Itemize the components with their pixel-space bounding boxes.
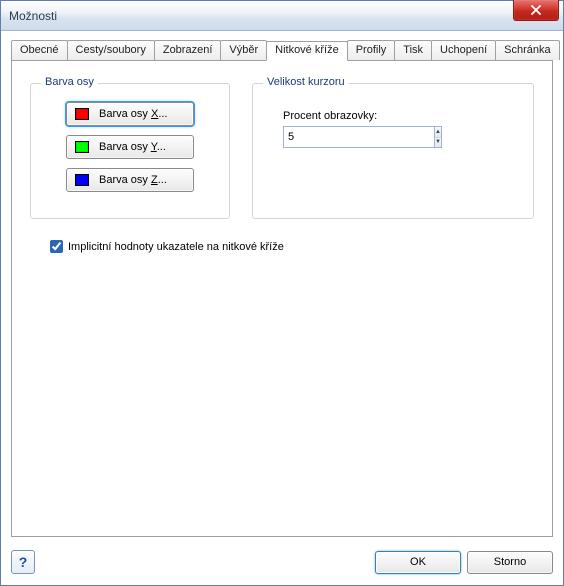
tabstrip: Obecné Cesty/soubory Zobrazení Výběr Nit… [11, 40, 553, 61]
axis-x-label: Barva osy X... [99, 108, 185, 120]
options-dialog: Možnosti Obecné Cesty/soubory Zobrazení … [0, 0, 564, 586]
tab-zobrazeni[interactable]: Zobrazení [154, 40, 222, 60]
group-axis-legend: Barva osy [41, 76, 98, 88]
implicit-values-checkbox[interactable] [50, 240, 63, 253]
axis-z-swatch-icon [75, 174, 89, 186]
help-button[interactable]: ? [11, 550, 35, 574]
tab-panel: Barva osy Barva osy X... Barva osy Y... … [11, 60, 553, 537]
group-cursor-legend: Velikost kurzoru [263, 76, 349, 88]
axis-y-color-button[interactable]: Barva osy Y... [66, 135, 194, 159]
client-area: Obecné Cesty/soubory Zobrazení Výběr Nit… [1, 31, 563, 545]
tab-cesty-soubory[interactable]: Cesty/soubory [67, 40, 155, 60]
group-cursor-size: Velikost kurzoru Procent obrazovky: ▲ ▼ [252, 83, 534, 219]
tab-schranka[interactable]: Schránka [495, 40, 559, 60]
percent-input[interactable] [283, 126, 434, 148]
footer: ? OK Storno [1, 545, 563, 585]
axis-z-color-button[interactable]: Barva osy Z... [66, 168, 194, 192]
axis-y-label: Barva osy Y... [99, 141, 185, 153]
tab-nitkove-krize[interactable]: Nitkové kříže [266, 41, 348, 61]
percent-label: Procent obrazovky: [283, 110, 517, 122]
titlebar: Možnosti [1, 1, 563, 31]
spin-up-button[interactable]: ▲ [435, 127, 441, 138]
axis-x-color-button[interactable]: Barva osy X... [66, 102, 194, 126]
cancel-button[interactable]: Storno [467, 551, 553, 574]
axis-y-swatch-icon [75, 141, 89, 153]
close-button[interactable] [513, 0, 559, 21]
ok-button[interactable]: OK [375, 551, 461, 574]
group-axis-color: Barva osy Barva osy X... Barva osy Y... … [30, 83, 230, 219]
tab-tisk[interactable]: Tisk [394, 40, 432, 60]
spin-down-button[interactable]: ▼ [435, 138, 441, 148]
axis-z-label: Barva osy Z... [99, 174, 185, 186]
tab-obecne[interactable]: Obecné [11, 40, 68, 60]
implicit-values-label: Implicitní hodnoty ukazatele na nitkové … [68, 241, 284, 253]
tab-profily[interactable]: Profily [347, 40, 396, 60]
window-title: Možnosti [9, 9, 57, 23]
tab-uchopeni[interactable]: Uchopení [431, 40, 496, 60]
help-icon: ? [19, 554, 28, 570]
percent-spinner: ▲ ▼ [283, 126, 391, 148]
close-icon [530, 5, 542, 15]
tab-vyber[interactable]: Výběr [220, 40, 267, 60]
axis-x-swatch-icon [75, 108, 89, 120]
spin-buttons: ▲ ▼ [434, 126, 442, 148]
